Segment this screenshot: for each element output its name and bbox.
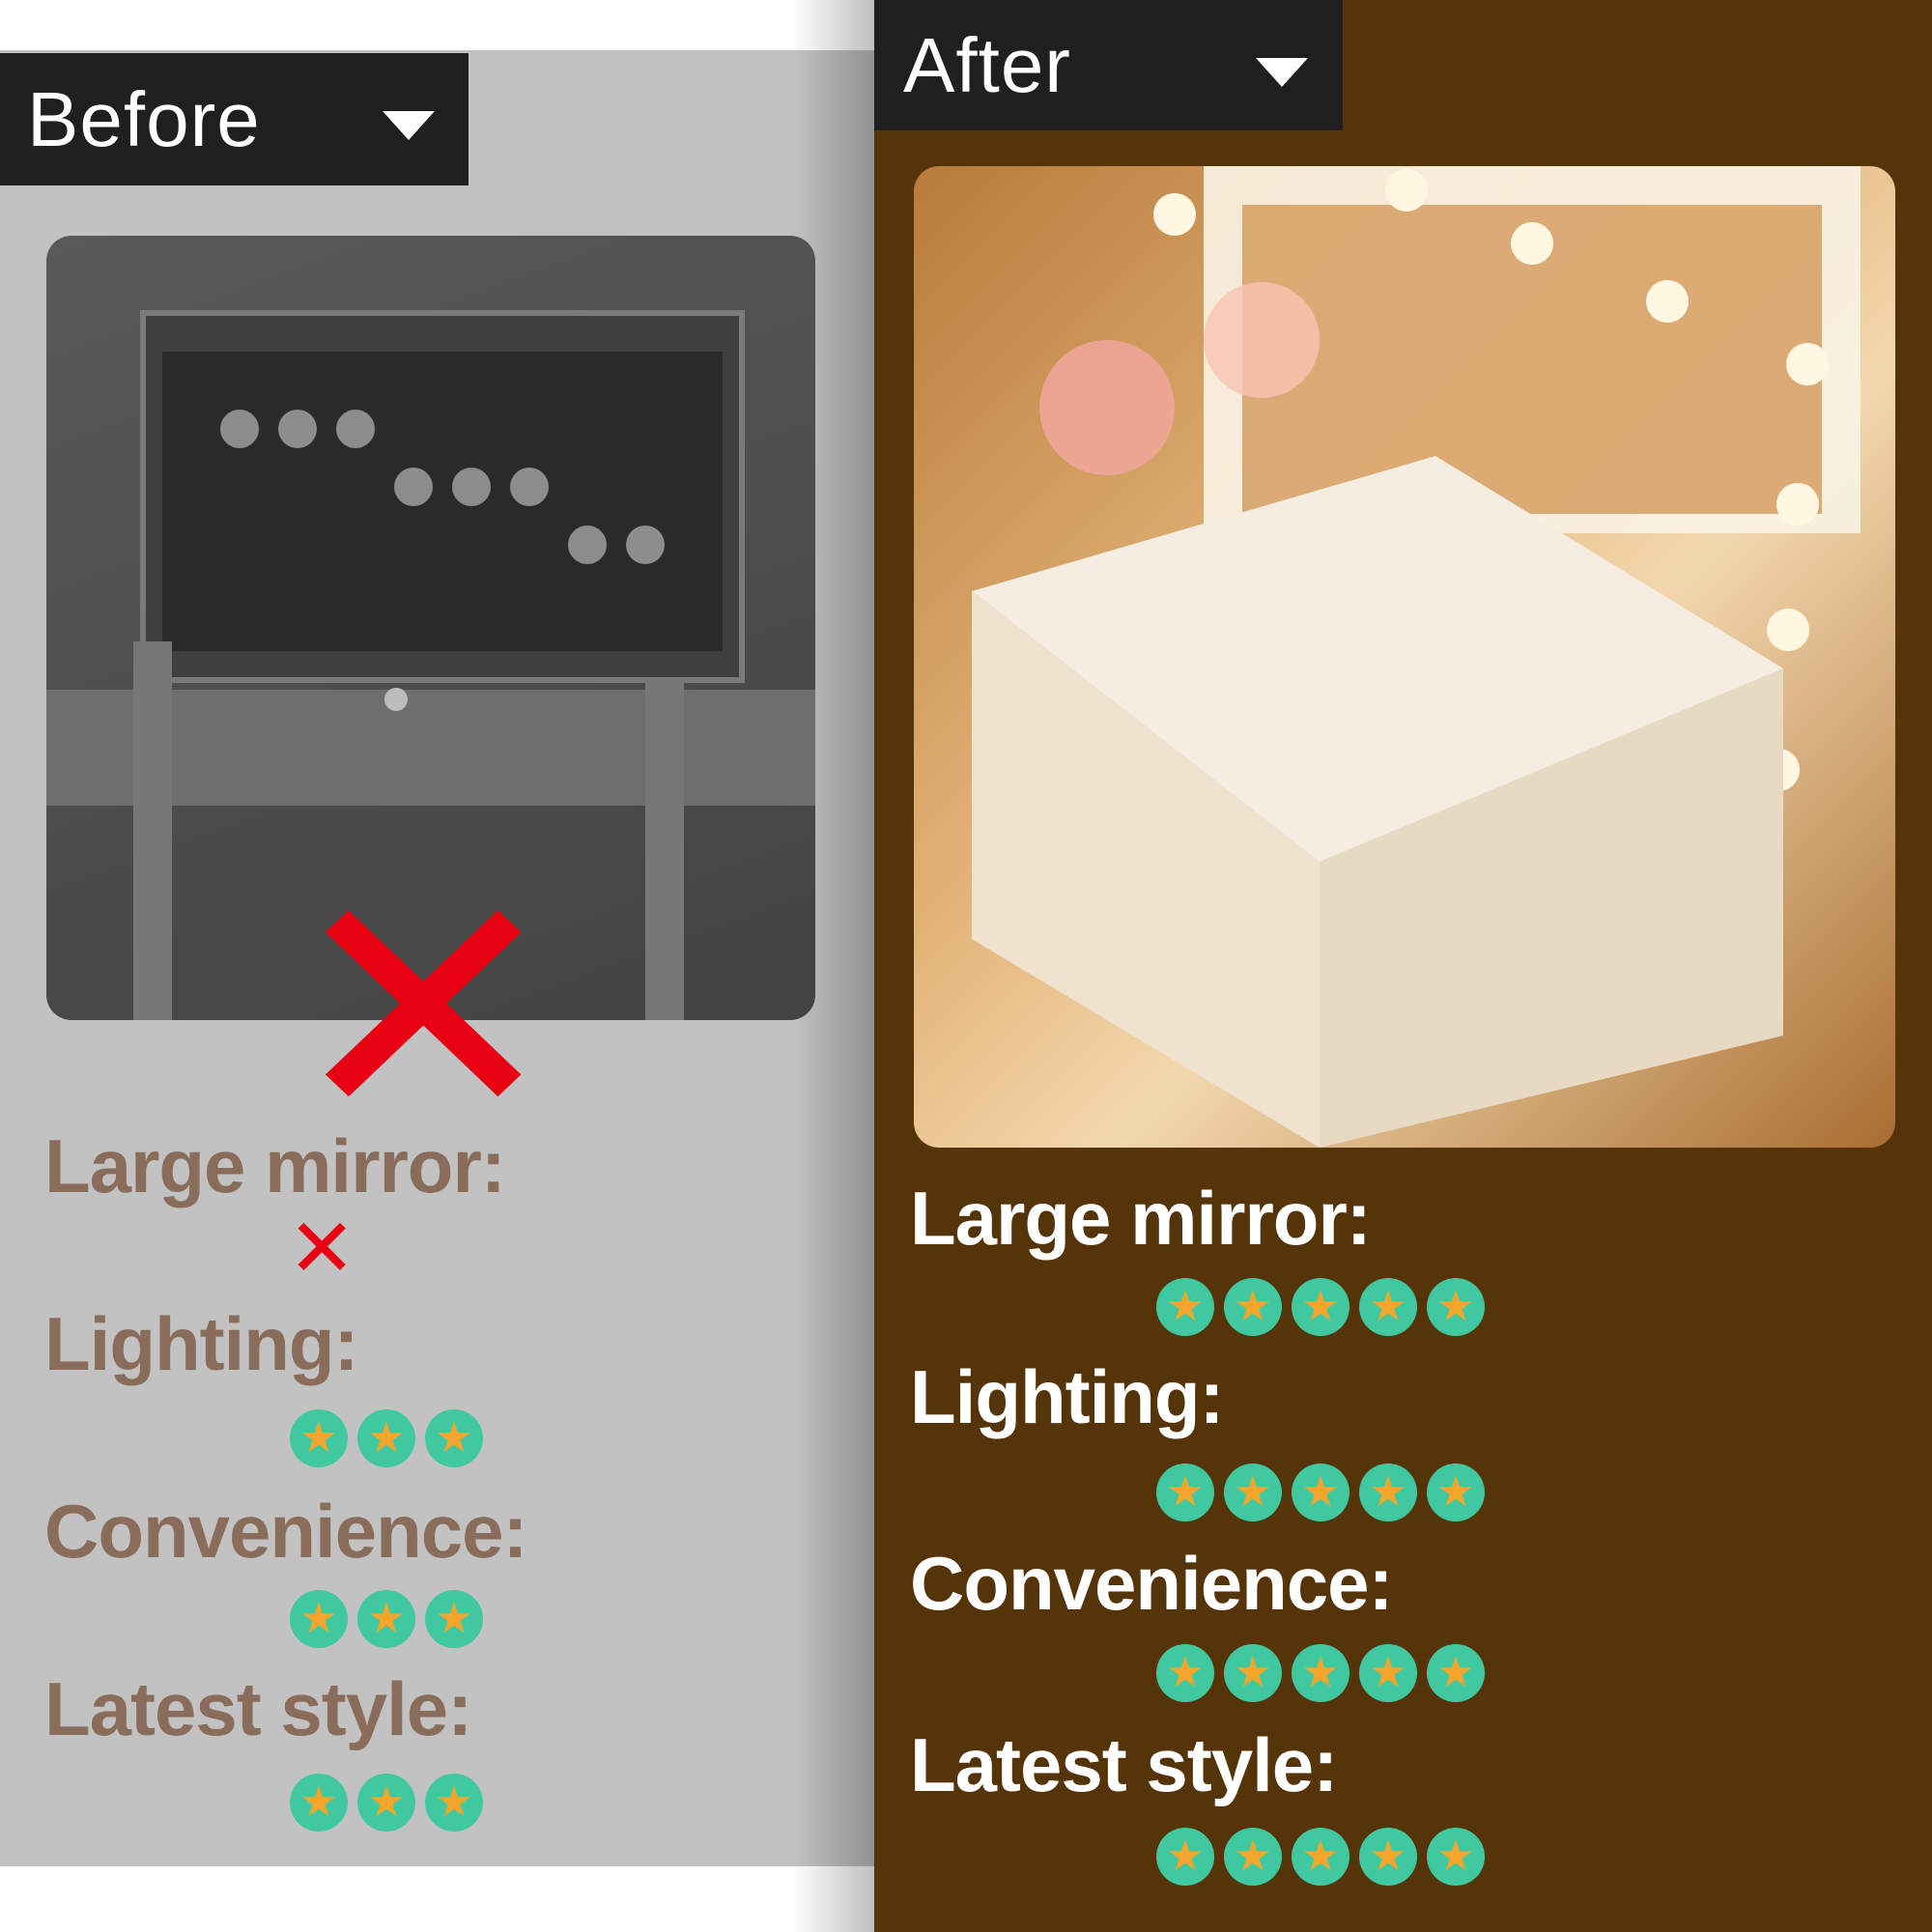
- star-icon: ★: [1156, 1644, 1214, 1702]
- before-rating-label-mirror: Large mirror:: [44, 1123, 506, 1208]
- star-icon: ★: [357, 1409, 415, 1467]
- before-stars-lighting: ★ ★ ★: [290, 1409, 483, 1467]
- before-stars-style: ★ ★ ★: [290, 1774, 483, 1832]
- star-icon: ★: [290, 1774, 348, 1832]
- star-icon: ★: [1427, 1828, 1485, 1886]
- after-stars-convenience: ★ ★ ★ ★ ★: [1156, 1644, 1485, 1702]
- after-rating-label-mirror: Large mirror:: [910, 1176, 1372, 1261]
- cross-mark-icon: ✕: [288, 1201, 356, 1295]
- star-icon: ★: [1427, 1644, 1485, 1702]
- star-icon: ★: [1359, 1463, 1417, 1521]
- cross-mark-icon: ✕: [283, 824, 564, 1195]
- star-icon: ★: [425, 1590, 483, 1648]
- after-rating-label-lighting: Lighting:: [910, 1354, 1225, 1439]
- after-rating-label-convenience: Convenience:: [910, 1541, 1393, 1626]
- after-stars-mirror: ★ ★ ★ ★ ★: [1156, 1278, 1485, 1336]
- star-icon: ★: [1224, 1278, 1282, 1336]
- chevron-down-icon: [383, 111, 435, 140]
- star-icon: ★: [1224, 1828, 1282, 1886]
- after-stars-lighting: ★ ★ ★ ★ ★: [1156, 1463, 1485, 1521]
- star-icon: ★: [1427, 1278, 1485, 1336]
- after-header-label: After: [903, 21, 1071, 108]
- star-icon: ★: [425, 1774, 483, 1832]
- star-icon: ★: [1359, 1278, 1417, 1336]
- star-icon: ★: [357, 1590, 415, 1648]
- star-icon: ★: [290, 1590, 348, 1648]
- star-icon: ★: [1292, 1463, 1350, 1521]
- star-icon: ★: [1224, 1463, 1282, 1521]
- before-stars-convenience: ★ ★ ★: [290, 1590, 483, 1648]
- star-icon: ★: [1156, 1828, 1214, 1886]
- star-icon: ★: [1292, 1644, 1350, 1702]
- star-icon: ★: [1359, 1644, 1417, 1702]
- chevron-down-icon: [1256, 58, 1308, 87]
- after-vanity-photo: [914, 166, 1895, 1148]
- star-icon: ★: [1427, 1463, 1485, 1521]
- star-icon: ★: [1224, 1644, 1282, 1702]
- star-icon: ★: [290, 1409, 348, 1467]
- before-rating-label-lighting: Lighting:: [44, 1301, 359, 1386]
- star-icon: ★: [1156, 1278, 1214, 1336]
- after-stars-style: ★ ★ ★ ★ ★: [1156, 1828, 1485, 1886]
- after-rating-label-style: Latest style:: [910, 1722, 1338, 1807]
- star-icon: ★: [1292, 1278, 1350, 1336]
- star-icon: ★: [357, 1774, 415, 1832]
- star-icon: ★: [425, 1409, 483, 1467]
- star-icon: ★: [1156, 1463, 1214, 1521]
- after-vanity-illustration: [972, 166, 1861, 1148]
- star-icon: ★: [1359, 1828, 1417, 1886]
- star-icon: ★: [1292, 1828, 1350, 1886]
- before-header-label: Before: [27, 75, 261, 162]
- before-rating-label-style: Latest style:: [44, 1666, 472, 1751]
- before-rating-label-convenience: Convenience:: [44, 1489, 527, 1574]
